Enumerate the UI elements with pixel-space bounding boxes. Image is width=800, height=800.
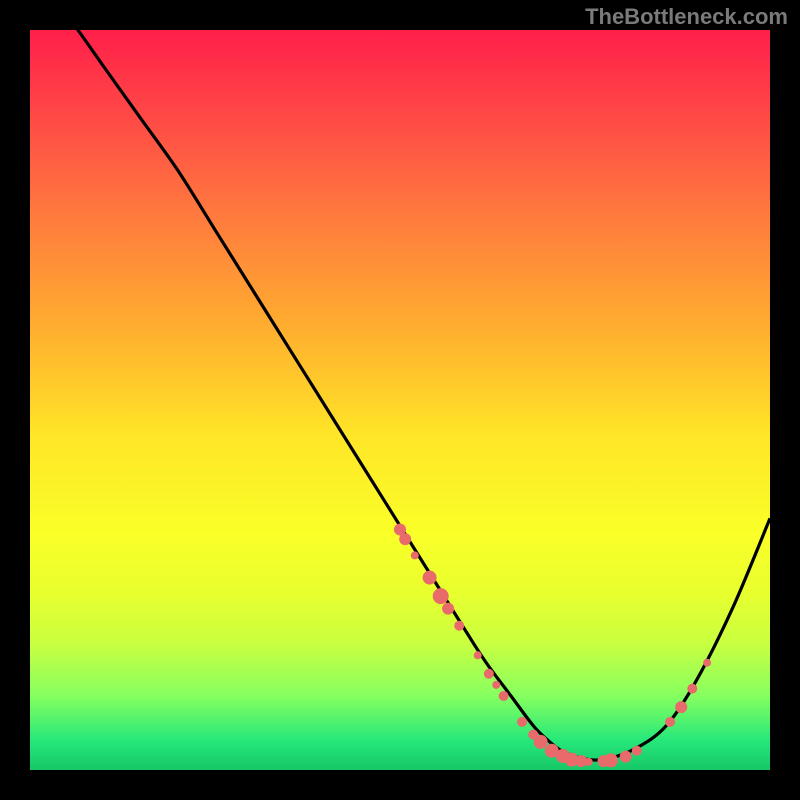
data-marker (620, 751, 632, 763)
data-marker (442, 603, 454, 615)
data-marker (517, 717, 527, 727)
data-marker (665, 717, 675, 727)
chart-svg (30, 30, 770, 770)
data-marker (399, 533, 411, 545)
data-marker (411, 551, 419, 559)
bottleneck-curve (30, 0, 770, 760)
data-marker (474, 651, 482, 659)
data-marker (675, 701, 687, 713)
data-marker (632, 746, 642, 756)
plot-area (30, 30, 770, 770)
data-marker (534, 735, 548, 749)
data-marker (499, 691, 509, 701)
data-marker (585, 758, 593, 766)
chart-container: TheBottleneck.com (0, 0, 800, 800)
data-marker (687, 684, 697, 694)
data-marker (433, 588, 449, 604)
data-marker (604, 753, 618, 767)
data-marker (454, 621, 464, 631)
data-marker (423, 571, 437, 585)
data-marker (484, 669, 494, 679)
data-marker (703, 659, 711, 667)
watermark-text: TheBottleneck.com (585, 4, 788, 30)
data-marker (492, 681, 500, 689)
